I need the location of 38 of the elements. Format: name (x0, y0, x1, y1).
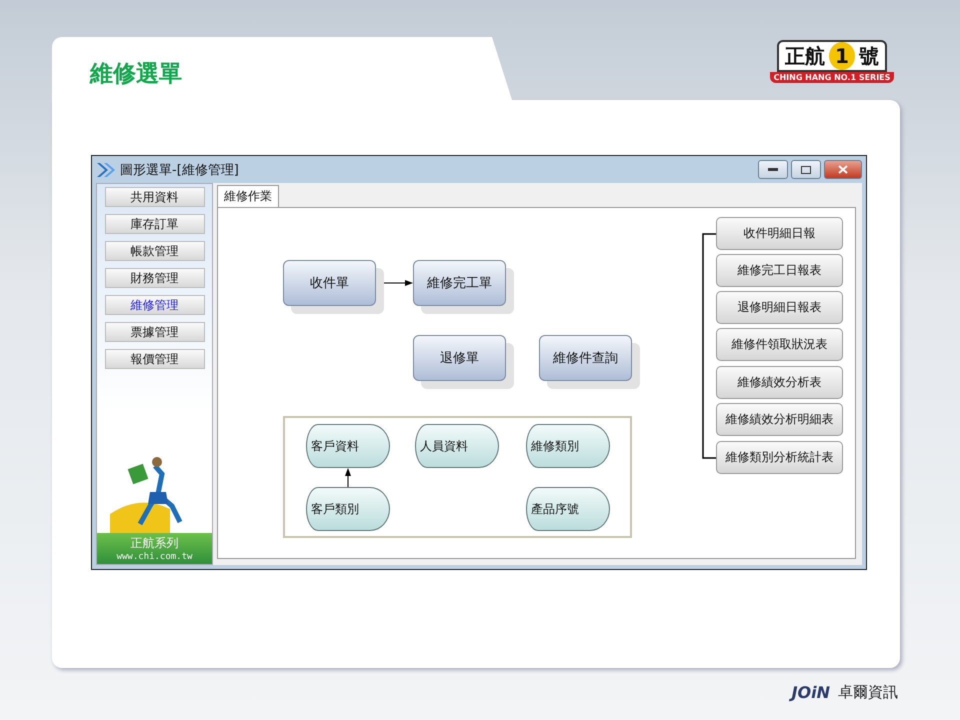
report-button[interactable]: 維修完工日報表 (716, 254, 843, 287)
sidebar-item[interactable]: 財務管理 (104, 268, 204, 288)
minimize-icon (768, 168, 778, 172)
maximize-button[interactable] (791, 160, 821, 179)
maximize-icon (801, 166, 811, 174)
footer-logo: JOiN (792, 683, 830, 702)
sidebar-item[interactable]: 共用資料 (104, 187, 204, 207)
close-icon (838, 165, 848, 174)
arrow (345, 468, 351, 488)
sidebar-item[interactable]: 帳款管理 (104, 241, 204, 261)
app-icon (96, 160, 116, 178)
company-name: 卓爾資訊 (838, 683, 898, 702)
minimize-button[interactable] (758, 160, 788, 179)
brand-name: 正航系列 (130, 535, 178, 552)
sidebar-item[interactable]: 票據管理 (104, 322, 204, 342)
sidebar-item[interactable]: 報價管理 (104, 349, 204, 369)
report-button[interactable]: 維修類別分析統計表 (716, 441, 843, 474)
report-button[interactable]: 維修件領取狀況表 (716, 328, 843, 361)
sidebar-item[interactable]: 庫存訂單 (104, 214, 204, 234)
database-node[interactable]: 維修類別 (526, 424, 610, 468)
window-title: 圖形選單-[維修管理] (120, 162, 239, 178)
report-button[interactable]: 退修明細日報表 (716, 291, 843, 324)
database-node[interactable]: 客戶資料 (306, 424, 390, 468)
close-button[interactable] (824, 160, 862, 179)
database-node[interactable]: 客戶類別 (306, 487, 390, 531)
logo-text: 正航 (785, 43, 825, 70)
report-button[interactable]: 維修績效分析明細表 (716, 403, 843, 436)
logo-number: 1 (829, 42, 855, 70)
database-node[interactable]: 產品序號 (526, 487, 610, 531)
slide-title: 維修選單 (90, 63, 183, 86)
report-button[interactable]: 收件明細日報 (716, 217, 843, 250)
logo-text: 號 (859, 43, 879, 70)
database-node[interactable]: 人員資料 (415, 424, 499, 468)
logo-subtitle: CHING HANG NO.1 SERIES (770, 72, 894, 83)
report-button[interactable]: 維修績效分析表 (716, 366, 843, 399)
brand-url: www.chi.com.tw (116, 552, 192, 562)
tab[interactable]: 維修作業 (217, 185, 279, 207)
sidebar-item[interactable]: 維修管理 (104, 295, 204, 315)
